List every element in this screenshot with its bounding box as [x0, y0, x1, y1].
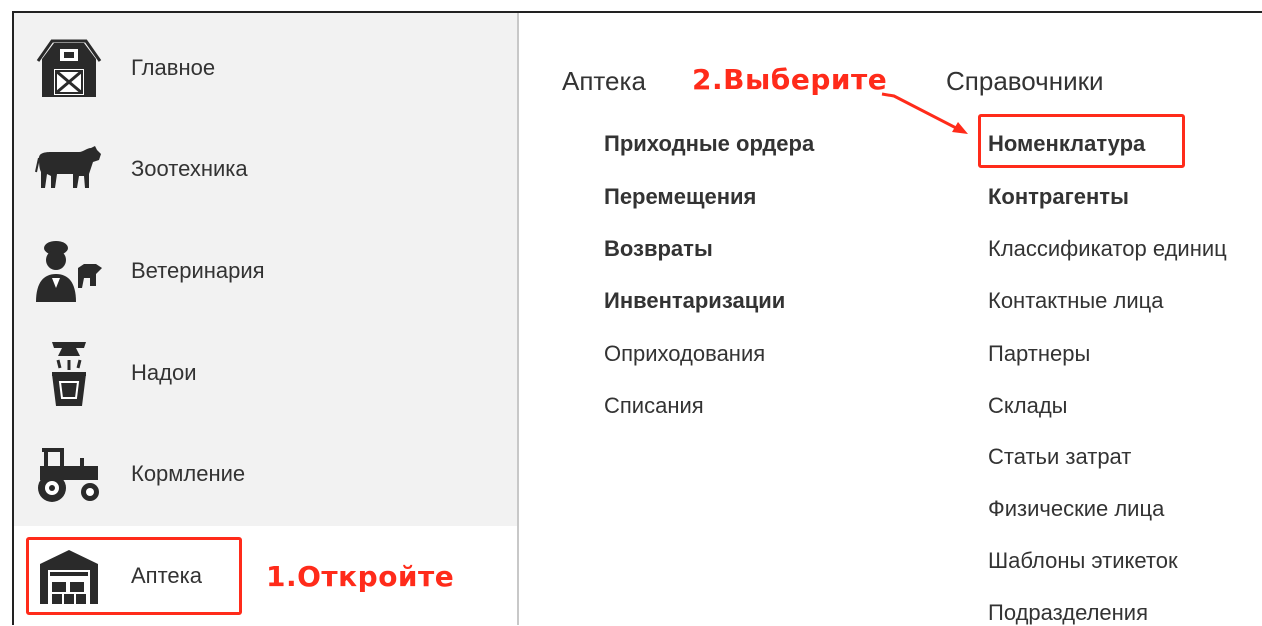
sidebar-item-feeding[interactable]: Кормление	[14, 424, 517, 524]
link-departments[interactable]: Подразделения	[988, 600, 1148, 626]
link-write-offs[interactable]: Списания	[604, 393, 704, 419]
link-contact-persons[interactable]: Контактные лица	[988, 288, 1163, 314]
sidebar-item-milking[interactable]: Надои	[14, 323, 517, 423]
annotation-step2: 2.Выберите	[692, 63, 888, 96]
link-cost-items[interactable]: Статьи затрат	[988, 444, 1131, 470]
link-capitalizations[interactable]: Оприходования	[604, 341, 765, 367]
tractor-icon	[34, 439, 104, 509]
link-returns[interactable]: Возвраты	[604, 236, 713, 262]
link-warehouses[interactable]: Склады	[988, 393, 1067, 419]
frame-left-border	[12, 11, 14, 625]
frame-top-border	[12, 11, 1262, 13]
link-units-classifier[interactable]: Классификатор единиц	[988, 236, 1227, 262]
sidebar-item-veterinary[interactable]: Ветеринария	[14, 221, 517, 321]
annotation-arrow	[881, 92, 968, 134]
barn-icon	[34, 33, 104, 103]
sidebar: Главное Зоотехника Ветеринария Надои Кор…	[14, 13, 517, 626]
cow-icon	[34, 134, 104, 204]
milk-icon	[34, 338, 104, 408]
veterinarian-icon	[34, 236, 104, 306]
link-receipt-orders[interactable]: Приходные ордера	[604, 131, 814, 157]
sidebar-item-label: Надои	[131, 360, 197, 385]
sidebar-item-label: Ветеринария	[131, 258, 265, 283]
link-transfers[interactable]: Перемещения	[604, 184, 756, 210]
highlight-pharmacy	[26, 537, 242, 615]
link-counterparties[interactable]: Контрагенты	[988, 184, 1129, 210]
sidebar-divider	[517, 13, 519, 625]
link-inventories[interactable]: Инвентаризации	[604, 288, 785, 314]
sidebar-item-main[interactable]: Главное	[14, 18, 517, 118]
link-nomenclature[interactable]: Номенклатура	[988, 131, 1145, 157]
section-title-pharmacy: Аптека	[562, 66, 646, 96]
sidebar-item-zootechnics[interactable]: Зоотехника	[14, 119, 517, 219]
link-individuals[interactable]: Физические лица	[988, 496, 1164, 522]
sidebar-item-label: Зоотехника	[131, 156, 248, 181]
link-partners[interactable]: Партнеры	[988, 341, 1090, 367]
link-label-templates[interactable]: Шаблоны этикеток	[988, 548, 1178, 574]
sidebar-item-label: Кормление	[131, 461, 246, 486]
annotation-step1: 1.Откройте	[266, 560, 455, 593]
sidebar-item-label: Главное	[131, 55, 216, 80]
